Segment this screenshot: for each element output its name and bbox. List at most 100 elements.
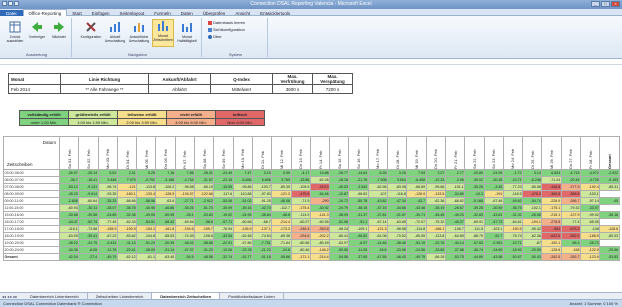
data-cell[interactable]: -24.75	[78, 239, 99, 247]
data-cell[interactable]: -76.74	[502, 232, 524, 240]
data-cell[interactable]: -175.1	[541, 204, 562, 212]
data-cell[interactable]: -32.74	[213, 253, 234, 261]
data-cell[interactable]: -104.8	[136, 232, 157, 240]
data-cell[interactable]: -4.715	[560, 169, 582, 177]
data-cell[interactable]: -114.8	[406, 225, 427, 233]
data-cell[interactable]: -154.1	[136, 225, 157, 233]
data-cell[interactable]: -35.19	[425, 204, 446, 212]
data-cell[interactable]: -98.58	[387, 225, 408, 233]
data-cell[interactable]: -266.7	[560, 197, 582, 205]
header-value-linie[interactable]: ** Alle Fahrwege **	[60, 84, 149, 94]
data-cell[interactable]: -34.89	[444, 190, 466, 198]
data-cell[interactable]: -33.65	[425, 246, 446, 254]
data-cell[interactable]: -76.94	[213, 225, 234, 233]
data-cell[interactable]: -96.63	[348, 190, 369, 198]
header-value-qindex[interactable]: Mittelwert	[210, 84, 273, 94]
select-button[interactable]: Zurück auswählen	[4, 21, 26, 43]
data-cell[interactable]: -97.83	[251, 190, 273, 198]
data-cell[interactable]: -53.13	[58, 183, 80, 191]
data-cell[interactable]: -47.34	[387, 197, 408, 205]
data-cell[interactable]: -215.1	[541, 211, 562, 219]
data-cell[interactable]: -30.59	[483, 204, 504, 212]
data-cell[interactable]: -46.43	[387, 253, 408, 261]
data-cell[interactable]: -45.07	[444, 218, 466, 226]
data-cell[interactable]: -93.35	[97, 190, 118, 198]
data-cell[interactable]: -121.3	[271, 190, 292, 198]
data-cell[interactable]: -108.6	[194, 232, 215, 240]
data-cell[interactable]: -83.08	[387, 183, 408, 191]
data-cell[interactable]: -20.58	[78, 211, 99, 219]
data-cell[interactable]: -109.1	[348, 225, 369, 233]
data-cell[interactable]: -6.246	[522, 176, 543, 184]
data-cell[interactable]: -39.41	[78, 232, 99, 240]
data-cell[interactable]: -63.85	[387, 218, 408, 226]
data-cell[interactable]: -47.97	[174, 246, 196, 254]
data-cell[interactable]: -97.14	[580, 197, 601, 205]
data-cell[interactable]: -27.4	[78, 253, 99, 261]
data-cell[interactable]: -20.44	[560, 176, 582, 184]
data-cell[interactable]: -62.12	[116, 253, 138, 261]
data-cell[interactable]: -53.06	[213, 197, 234, 205]
data-cell[interactable]: -108.7	[444, 225, 466, 233]
data-cell[interactable]: -4.734	[174, 176, 196, 184]
data-cell[interactable]: -99.92	[580, 211, 601, 219]
data-cell[interactable]: -24.8	[271, 246, 292, 254]
data-cell[interactable]: -54.74	[522, 197, 543, 205]
data-cell[interactable]: -53.19	[406, 239, 427, 247]
data-cell[interactable]: -43.58	[483, 253, 504, 261]
data-cell[interactable]: -14.46	[367, 239, 389, 247]
data-cell[interactable]: -50.43	[522, 253, 543, 261]
data-cell[interactable]: 5.51	[97, 169, 118, 177]
data-cell[interactable]: -60.58	[232, 218, 253, 226]
data-cell[interactable]: -75.32	[425, 218, 446, 226]
data-cell[interactable]: -121.3	[367, 225, 389, 233]
data-cell[interactable]: -97.86	[232, 239, 253, 247]
data-cell[interactable]: -72.07	[406, 218, 427, 226]
back-button[interactable]: Vorheriger	[26, 21, 48, 39]
data-cell[interactable]: -166.1	[425, 225, 446, 233]
data-cell[interactable]: -38.09	[329, 211, 350, 219]
data-cell[interactable]: -552.2	[560, 232, 582, 240]
data-cell[interactable]: -22.76	[425, 239, 446, 247]
data-cell[interactable]: -28.08	[522, 211, 543, 219]
data-cell[interactable]: -48.15	[348, 204, 369, 212]
data-cell[interactable]: 6.896	[251, 176, 273, 184]
data-cell[interactable]: -62.36	[425, 197, 446, 205]
data-cell[interactable]: -134.57	[174, 190, 196, 198]
data-cell[interactable]: -9.131	[78, 183, 99, 191]
data-cell[interactable]: -24.79	[329, 204, 350, 212]
data-cell[interactable]: -28.09	[136, 246, 157, 254]
data-cell[interactable]: -35.33	[97, 197, 118, 205]
data-cell[interactable]: -27.71	[174, 197, 196, 205]
data-cell[interactable]: -66.28	[425, 253, 446, 261]
data-cell[interactable]: -15.55	[213, 183, 234, 191]
data-cell[interactable]: -0.792	[136, 176, 157, 184]
ueber-button[interactable]: Über	[208, 34, 222, 40]
data-cell[interactable]: 2.27	[425, 169, 446, 177]
data-cell[interactable]: -475.3	[522, 190, 543, 198]
data-cell[interactable]: -112.7	[271, 204, 292, 212]
data-cell[interactable]: -192.4	[580, 183, 601, 191]
data-cell[interactable]: -51.1	[348, 218, 369, 226]
data-cell[interactable]: -24.69	[483, 246, 504, 254]
data-cell[interactable]: -107	[367, 190, 389, 198]
data-cell[interactable]: -77.23	[502, 183, 524, 191]
data-cell[interactable]: -214.4	[271, 218, 292, 226]
data-cell[interactable]: -39.16	[232, 204, 253, 212]
data-cell[interactable]: -79.32	[560, 204, 582, 212]
data-cell[interactable]: -29.56	[599, 246, 620, 254]
data-cell[interactable]: -43.82	[367, 197, 389, 205]
data-cell[interactable]: -56.96	[136, 197, 157, 205]
data-cell[interactable]: -46.86	[155, 204, 176, 212]
data-cell[interactable]: -18.18	[329, 176, 350, 184]
data-cell[interactable]: -54.51	[136, 218, 157, 226]
data-cell[interactable]: -51.23	[136, 239, 157, 247]
data-cell[interactable]: -35.28	[464, 183, 485, 191]
data-cell[interactable]: -24.49	[213, 169, 234, 177]
data-cell[interactable]: -4.972	[580, 169, 601, 177]
data-cell[interactable]: -103.7	[251, 183, 273, 191]
data-cell[interactable]: -12.33	[425, 176, 446, 184]
data-cell[interactable]: -36.76	[116, 204, 138, 212]
data-cell[interactable]: -91.25	[251, 197, 273, 205]
data-cell[interactable]: -46.08	[271, 197, 292, 205]
